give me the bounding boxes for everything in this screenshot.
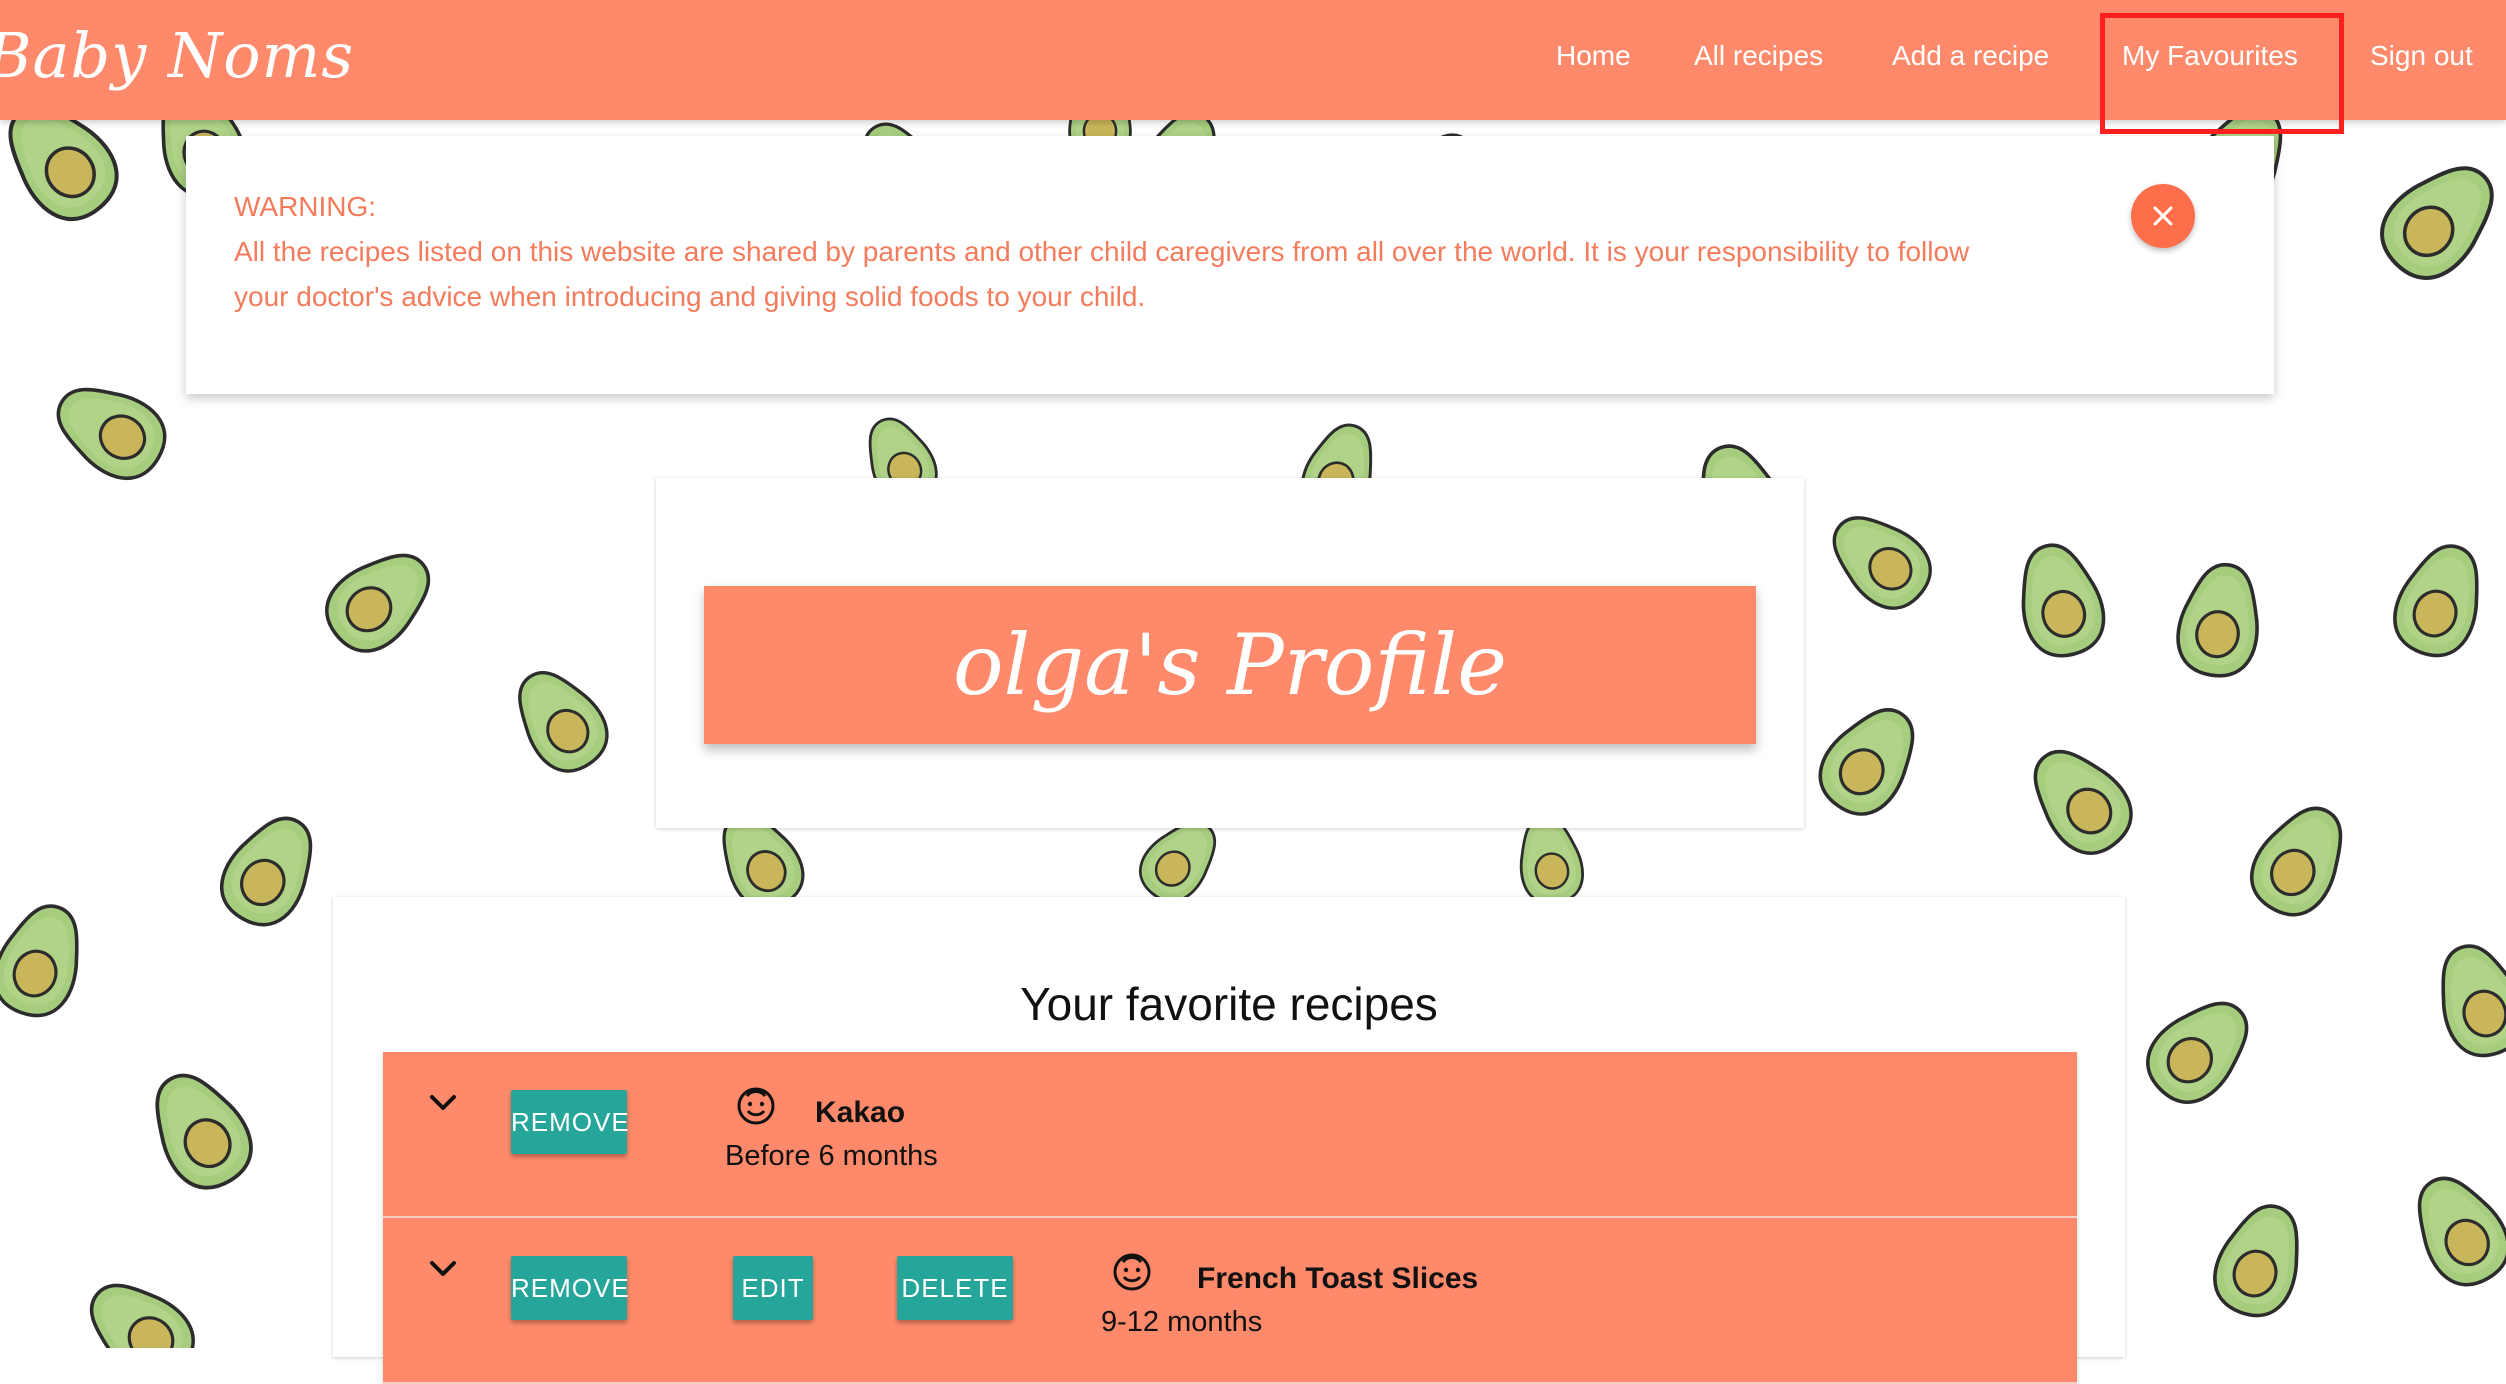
nav-all-recipes[interactable]: All recipes xyxy=(1694,0,1823,112)
baby-face-icon xyxy=(1113,1253,1151,1291)
avocado-decoration xyxy=(2012,730,2148,870)
close-icon xyxy=(2153,206,2173,226)
remove-button[interactable]: REMOVE xyxy=(511,1256,629,1320)
profile-card: olga's Profile xyxy=(656,478,1804,828)
avocado-decoration xyxy=(2202,1192,2318,1328)
profile-banner: olga's Profile xyxy=(704,586,1756,744)
recipe-row[interactable]: REMOVE EDIT DELETE French Toast Slices 9… xyxy=(383,1218,2077,1384)
avocado-decoration xyxy=(132,1056,268,1204)
warning-banner: WARNING: All the recipes listed on this … xyxy=(186,136,2274,394)
avocado-decoration xyxy=(1814,496,1946,624)
favorites-list: REMOVE Kakao Before 6 months REMOVE EDIT… xyxy=(383,1052,2077,1384)
avocado-decoration xyxy=(310,532,450,668)
recipe-age: 9-12 months xyxy=(1101,1306,1263,1338)
baby-face-icon xyxy=(737,1087,775,1125)
nav-highlight-box xyxy=(2100,13,2344,134)
recipe-row[interactable]: REMOVE Kakao Before 6 months xyxy=(383,1052,2077,1218)
recipe-name: French Toast Slices xyxy=(1197,1262,1479,1295)
avocado-decoration xyxy=(1804,690,1936,830)
recipe-name: Kakao xyxy=(815,1096,906,1129)
remove-button[interactable]: REMOVE xyxy=(511,1090,629,1154)
avocado-decoration xyxy=(2422,932,2506,1068)
chevron-down-icon[interactable] xyxy=(429,1094,457,1112)
favorites-card: Your favorite recipes REMOVE Kakao Befor… xyxy=(333,897,2125,1384)
avocado-decoration xyxy=(2236,790,2364,930)
avocado-decoration xyxy=(40,366,180,494)
avocado-decoration xyxy=(2006,534,2114,666)
nav-add-recipe[interactable]: Add a recipe xyxy=(1892,0,2049,112)
chevron-down-icon[interactable] xyxy=(429,1260,457,1278)
avocado-decoration xyxy=(497,653,623,787)
nav-home[interactable]: Home xyxy=(1556,0,1631,112)
warning-close-button[interactable] xyxy=(2131,184,2195,248)
favorites-title: Your favorite recipes xyxy=(1020,978,1438,1030)
avocado-decoration xyxy=(2382,532,2498,668)
avocado-decoration xyxy=(2170,556,2270,684)
recipe-age: Before 6 months xyxy=(725,1140,938,1172)
avocado-decoration xyxy=(206,800,334,940)
nav-sign-out[interactable]: Sign out xyxy=(2370,0,2473,112)
profile-title: olga's Profile xyxy=(952,616,1508,714)
delete-button[interactable]: DELETE xyxy=(897,1256,1013,1320)
edit-button[interactable]: EDIT xyxy=(733,1256,813,1320)
avocado-decoration xyxy=(2396,1160,2506,1300)
avocado-decoration xyxy=(70,1262,210,1348)
warning-text: All the recipes listed on this website a… xyxy=(234,236,1970,312)
avocado-decoration xyxy=(2365,145,2506,294)
warning-heading: WARNING: xyxy=(234,191,377,222)
brand-logo[interactable]: Baby Noms xyxy=(0,6,354,106)
avocado-decoration xyxy=(0,892,98,1028)
avocado-decoration xyxy=(2131,981,2269,1119)
